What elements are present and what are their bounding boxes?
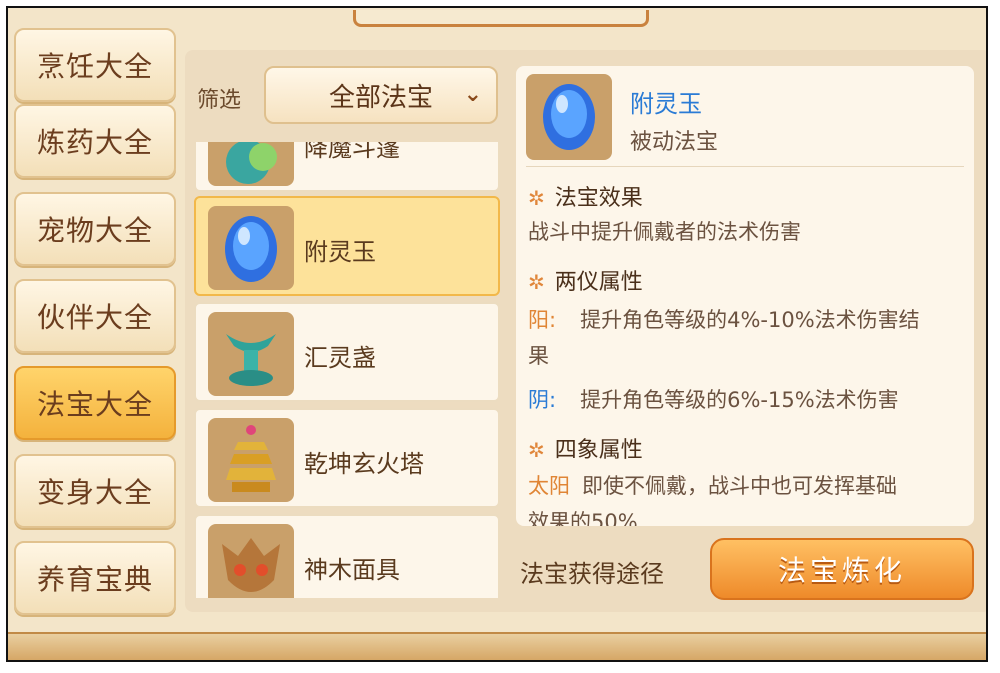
flower-icon: ✲ [528, 438, 545, 462]
treasure-icon [208, 142, 294, 186]
category-nurture[interactable]: 养育宝典 [14, 541, 176, 615]
refine-button[interactable]: 法宝炼化 [710, 538, 974, 600]
jade-icon [526, 74, 612, 160]
mask-icon [208, 524, 294, 598]
chevron-down-icon: ⌄ [463, 82, 482, 107]
effect-heading: ✲ 法宝效果 [528, 186, 643, 211]
flower-icon: ✲ [528, 186, 545, 210]
detail-panel[interactable]: 附灵玉 被动法宝 ✲ 法宝效果 战斗中提升佩戴者的法术伤害 ✲ 两仪属性 阳: 提升角… [516, 66, 974, 526]
game-window: 烹饪大全 炼药大全 宠物大全 伙伴大全 法宝大全 变身大全 养育宝典 筛选 全部… [6, 6, 988, 662]
detail-title: 附灵玉 [630, 90, 702, 118]
divider [526, 166, 964, 167]
list-item[interactable]: 汇灵盏 [194, 302, 500, 402]
sun-line-cont: 效果的50% [528, 510, 638, 526]
cup-icon [208, 312, 294, 396]
treasure-list[interactable]: 降魔斗篷 附灵玉 汇灵盏 乾坤玄火塔 神木面具 [192, 142, 502, 598]
filter-selected: 全部法宝 [328, 82, 433, 113]
item-name: 神木面具 [304, 556, 400, 584]
item-name: 汇灵盏 [304, 344, 376, 372]
item-name: 乾坤玄火塔 [304, 450, 424, 478]
item-name: 附灵玉 [304, 238, 376, 266]
item-name: 降魔斗篷 [304, 142, 400, 162]
four-symbols-heading: ✲ 四象属性 [528, 438, 643, 463]
list-item[interactable]: 降魔斗篷 [194, 142, 500, 192]
category-pets[interactable]: 宠物大全 [14, 192, 176, 266]
category-alchemy[interactable]: 炼药大全 [14, 104, 176, 178]
flower-icon: ✲ [528, 270, 545, 294]
top-ornament [353, 10, 649, 27]
yang-line-cont: 果 [528, 344, 549, 368]
effect-text: 战斗中提升佩戴者的法术伤害 [528, 220, 801, 244]
list-item[interactable]: 乾坤玄火塔 [194, 408, 500, 508]
category-treasures[interactable]: 法宝大全 [14, 366, 176, 440]
bottom-frame [8, 632, 986, 660]
sun-line: 太阳 即使不佩戴，战斗中也可发挥基础 [528, 474, 897, 498]
pagoda-icon [208, 418, 294, 502]
yinyang-heading: ✲ 两仪属性 [528, 270, 643, 295]
list-item-selected[interactable]: 附灵玉 [194, 196, 500, 296]
category-transform[interactable]: 变身大全 [14, 454, 176, 528]
category-cooking[interactable]: 烹饪大全 [14, 28, 176, 102]
filter-label: 筛选 [197, 88, 242, 113]
yin-line: 阴: 提升角色等级的6%-15%法术伤害 [528, 388, 899, 412]
filter-dropdown[interactable]: 全部法宝 ⌄ [264, 66, 498, 124]
jade-icon [208, 206, 294, 290]
list-item[interactable]: 神木面具 [194, 514, 500, 598]
detail-type: 被动法宝 [630, 130, 719, 155]
yang-line: 阳: 提升角色等级的4%-10%法术伤害结 [528, 308, 920, 332]
obtain-link[interactable]: 法宝获得途径 [520, 554, 664, 589]
category-partners[interactable]: 伙伴大全 [14, 279, 176, 353]
